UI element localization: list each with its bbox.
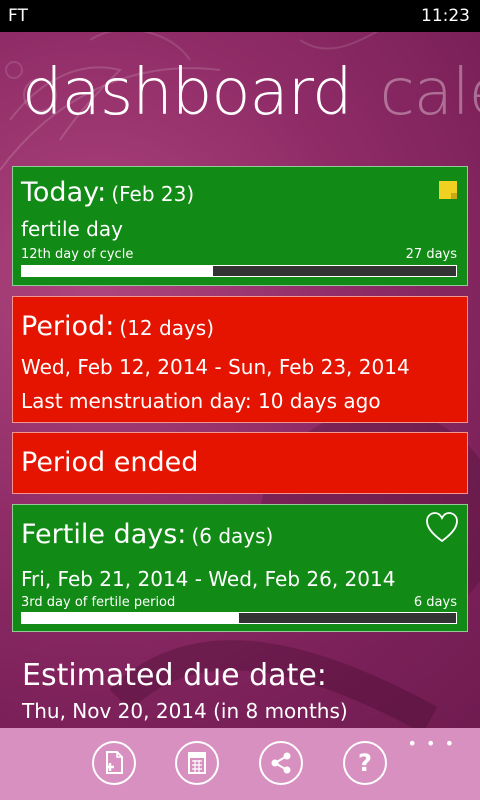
due-date-title: Estimated due date: — [22, 658, 327, 693]
period-range: Wed, Feb 12, 2014 - Sun, Feb 23, 2014 — [21, 355, 410, 379]
carrier-name: FT — [8, 6, 28, 26]
today-status: fertile day — [21, 217, 123, 241]
status-bar: FT 11:23 — [0, 0, 480, 32]
help-icon: ? — [358, 749, 372, 777]
period-status-tile[interactable]: Period ended — [12, 432, 468, 494]
cycle-length: 27 days — [405, 247, 457, 262]
pivot-item-dashboard[interactable]: dashboard — [22, 56, 353, 130]
today-label: Today: — [21, 177, 107, 208]
calendar-button[interactable] — [175, 741, 219, 785]
today-tile[interactable]: Today: (Feb 23) fertile day 12th day of … — [12, 166, 468, 286]
calendar-icon — [188, 752, 206, 774]
share-button[interactable] — [259, 741, 303, 785]
fertile-heading: Fertile days: (6 days) — [21, 519, 273, 550]
help-button[interactable]: ? — [343, 741, 387, 785]
period-duration: (12 days) — [119, 316, 215, 340]
app-bar: ? • • • — [0, 728, 480, 800]
fertile-progress-bar — [21, 612, 457, 624]
note-icon[interactable] — [439, 181, 457, 199]
today-date: (Feb 23) — [111, 182, 195, 206]
cycle-progress-bar — [21, 265, 457, 277]
today-heading: Today: (Feb 23) — [21, 177, 194, 208]
fertile-tile[interactable]: Fertile days: (6 days) Fri, Feb 21, 2014… — [12, 504, 468, 632]
pivot-header: dashboard cale — [22, 56, 480, 130]
svg-text:?: ? — [358, 749, 372, 777]
pivot-item-calendar[interactable]: cale — [380, 56, 480, 130]
cycle-day-label: 12th day of cycle — [21, 247, 134, 262]
fertile-progress-total: 6 days — [413, 595, 457, 610]
due-date-section: Estimated due date: Thu, Nov 20, 2014 (i… — [22, 658, 348, 723]
fertile-progress-label: 3rd day of fertile period — [21, 595, 176, 610]
last-menstruation: Last menstruation day: 10 days ago — [21, 389, 381, 413]
due-date-value: Thu, Nov 20, 2014 (in 8 months) — [22, 699, 348, 723]
fertile-progress-fill — [22, 613, 239, 623]
heart-icon[interactable] — [425, 511, 459, 545]
cycle-progress-fill — [22, 266, 213, 276]
period-status: Period ended — [21, 447, 199, 478]
period-label: Period: — [21, 311, 115, 342]
more-menu-button[interactable]: • • • — [408, 734, 456, 753]
add-note-button[interactable] — [92, 741, 136, 785]
fertile-label: Fertile days: — [21, 519, 187, 550]
period-tile[interactable]: Period: (12 days) Wed, Feb 12, 2014 - Su… — [12, 296, 468, 423]
fertile-range: Fri, Feb 21, 2014 - Wed, Feb 26, 2014 — [21, 567, 396, 591]
fertile-duration: (6 days) — [191, 524, 274, 548]
period-heading: Period: (12 days) — [21, 311, 214, 342]
share-icon — [271, 752, 291, 774]
add-note-icon — [106, 751, 123, 774]
clock: 11:23 — [421, 6, 470, 26]
